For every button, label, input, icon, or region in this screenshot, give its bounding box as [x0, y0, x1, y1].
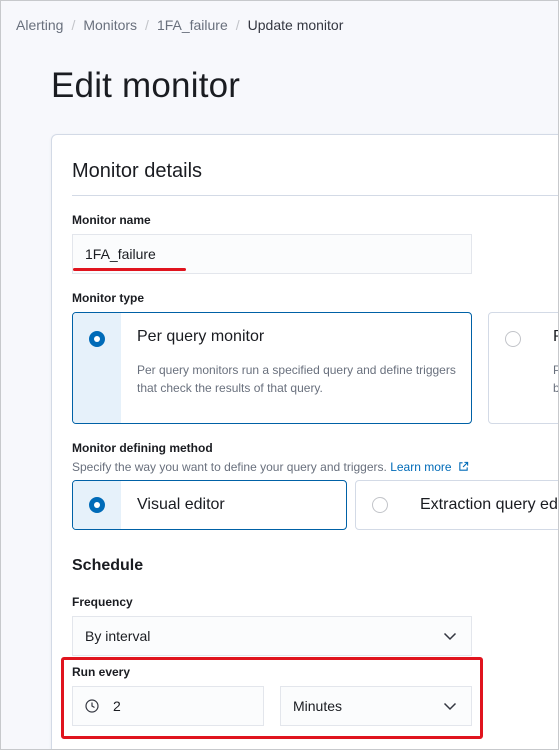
breadcrumb-current: Update monitor — [247, 17, 344, 33]
breadcrumb: Alerting / Monitors / 1FA_failure / Upda… — [16, 17, 343, 33]
radio-unchecked-icon[interactable] — [505, 331, 521, 347]
defining-method-help: Specify the way you want to define your … — [72, 460, 469, 474]
radio-checked-icon[interactable] — [89, 331, 105, 347]
defining-method-label: Monitor defining method — [72, 441, 213, 455]
radio-unchecked-icon[interactable] — [372, 497, 388, 513]
breadcrumb-monitors[interactable]: Monitors — [83, 17, 137, 33]
breadcrumb-alerting[interactable]: Alerting — [16, 17, 63, 33]
option-title: Extraction query ed — [420, 496, 558, 513]
frequency-label: Frequency — [72, 595, 133, 609]
monitor-name-label: Monitor name — [72, 213, 151, 227]
option-description-line-2: b — [553, 379, 558, 397]
breadcrumb-monitor[interactable]: 1FA_failure — [157, 17, 228, 33]
panel-title: Monitor details — [72, 160, 203, 182]
radio-checked-icon[interactable] — [89, 497, 105, 513]
annotation-underline — [73, 268, 186, 271]
option-title: P — [553, 328, 558, 346]
learn-more-link[interactable]: Learn more — [390, 460, 469, 474]
visual-editor-option[interactable]: Visual editor — [72, 480, 347, 530]
option-description: Per query monitors run a specified query… — [137, 363, 456, 395]
external-link-icon — [459, 461, 469, 471]
annotation-highlight-box — [61, 657, 483, 739]
option-title: Visual editor — [137, 496, 225, 513]
panel-divider — [72, 195, 558, 196]
breadcrumb-separator: / — [235, 17, 240, 33]
option-title: Per query monitor — [137, 328, 265, 345]
breadcrumb-separator: / — [71, 17, 76, 33]
extraction-query-option[interactable]: Extraction query ed — [355, 480, 558, 530]
help-text: Specify the way you want to define your … — [72, 460, 387, 474]
second-monitor-type-option[interactable]: P P b — [488, 312, 558, 424]
breadcrumb-separator: / — [145, 17, 149, 33]
option-description-line-1: P — [553, 361, 558, 379]
frequency-select[interactable]: By interval — [72, 616, 472, 656]
option-rail — [73, 313, 121, 423]
schedule-title: Schedule — [72, 557, 144, 574]
frequency-value: By interval — [85, 628, 151, 644]
learn-more-label: Learn more — [390, 460, 452, 474]
page-frame: Alerting / Monitors / 1FA_failure / Upda… — [0, 0, 559, 750]
monitor-type-label: Monitor type — [72, 291, 144, 305]
page-title: Edit monitor — [51, 66, 241, 105]
per-query-monitor-option[interactable]: Per query monitor Per query monitors run… — [72, 312, 472, 424]
chevron-down-icon — [443, 632, 457, 641]
